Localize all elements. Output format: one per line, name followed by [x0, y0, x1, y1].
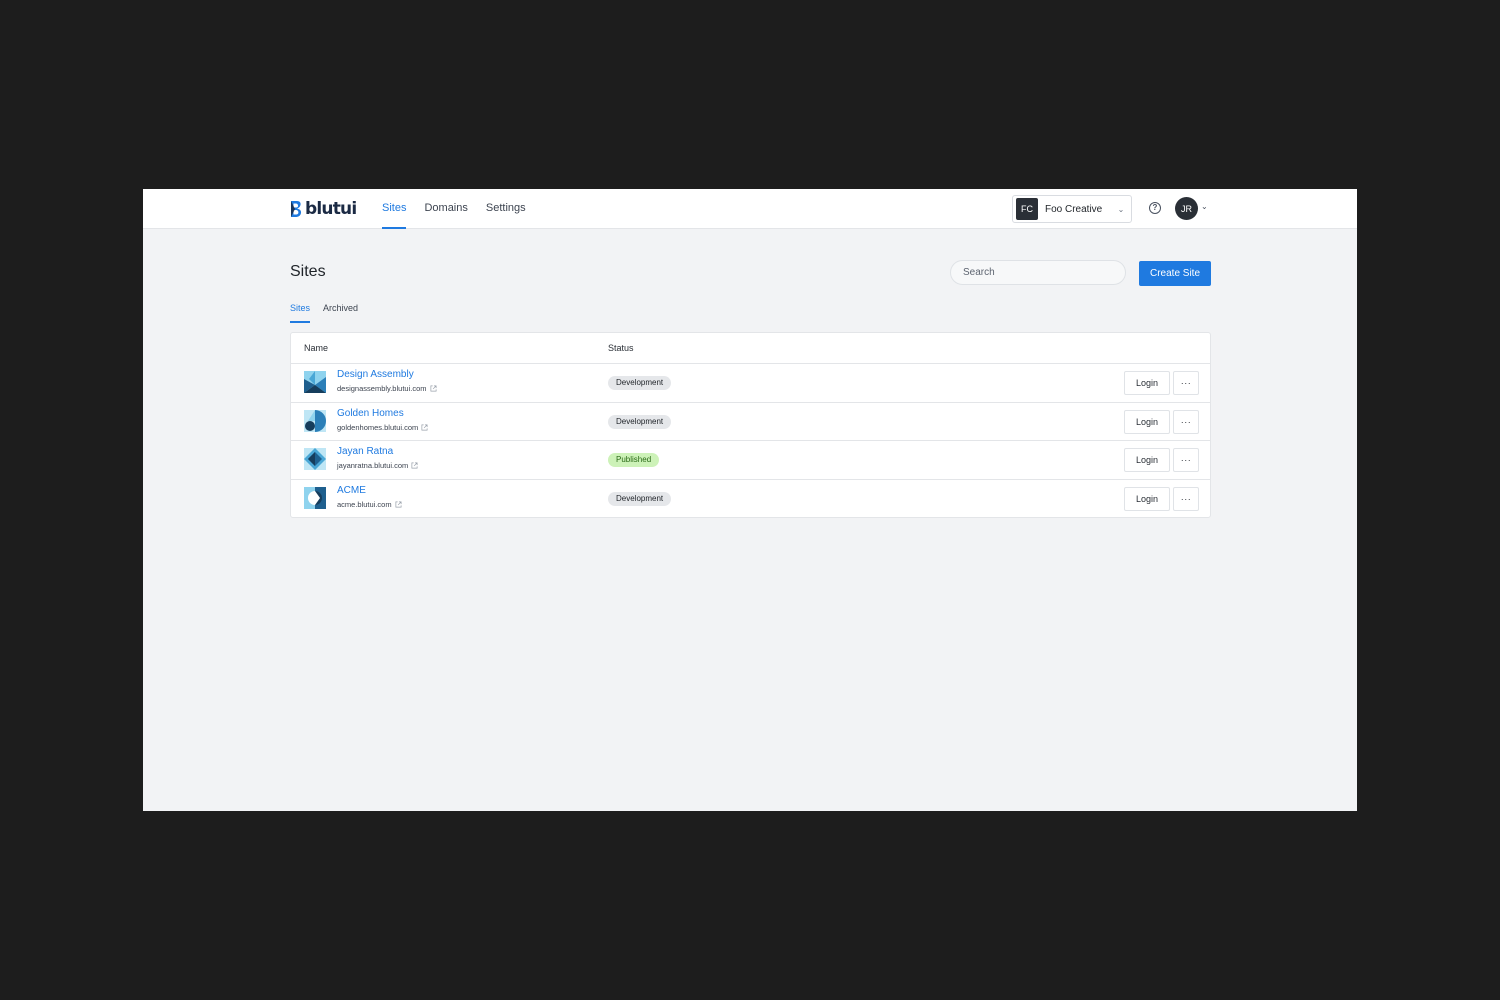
chevron-down-icon[interactable]: ⌄ [1201, 202, 1208, 211]
sites-tabs: Sites Archived [290, 299, 358, 323]
site-url-text[interactable]: designassembly.blutui.com [337, 384, 427, 393]
site-name-link[interactable]: Design Assembly [337, 369, 414, 380]
external-link-icon[interactable] [421, 424, 428, 431]
org-badge: FC [1016, 198, 1038, 220]
site-url[interactable]: jayanratna.blutui.com [337, 461, 418, 470]
site-name-link[interactable]: ACME [337, 485, 366, 496]
more-actions-button[interactable]: ··· [1173, 448, 1199, 472]
more-actions-button[interactable]: ··· [1173, 409, 1199, 434]
external-link-icon[interactable] [411, 462, 418, 469]
status-badge: Development [608, 491, 672, 506]
table-row: ACME acme.blutui.com Development Login ·… [291, 480, 1210, 519]
brand-name: blutui [305, 199, 357, 219]
blutui-logo-icon [291, 201, 302, 217]
main-nav: Sites Domains Settings [382, 189, 526, 229]
acme-logo-icon [304, 486, 326, 509]
sites-table: Name Status Design Assembly designassemb… [290, 332, 1211, 518]
top-nav-bar: blutui Sites Domains Settings FC Foo Cre… [143, 189, 1357, 229]
jayan-ratna-logo-icon [304, 448, 326, 470]
site-url[interactable]: goldenhomes.blutui.com [337, 423, 428, 432]
golden-homes-logo-icon [304, 409, 326, 432]
site-name-link[interactable]: Golden Homes [337, 408, 404, 419]
site-url-text[interactable]: goldenhomes.blutui.com [337, 423, 418, 432]
column-header-status: Status [608, 343, 634, 353]
external-link-icon[interactable] [430, 385, 437, 392]
nav-item-domains[interactable]: Domains [424, 189, 467, 229]
brand-logo[interactable]: blutui [289, 199, 357, 219]
site-url[interactable]: designassembly.blutui.com [337, 384, 437, 393]
login-button[interactable]: Login [1124, 486, 1170, 511]
status-badge: Development [608, 414, 672, 429]
help-icon[interactable]: ? [1149, 202, 1161, 214]
org-name: Foo Creative [1045, 203, 1103, 215]
status-badge: Development [608, 376, 672, 390]
tab-archived[interactable]: Archived [323, 299, 358, 323]
nav-item-settings[interactable]: Settings [486, 189, 526, 229]
site-url-text[interactable]: acme.blutui.com [337, 500, 392, 509]
site-name-link[interactable]: Jayan Ratna [337, 446, 393, 457]
design-assembly-logo-icon [304, 371, 326, 393]
site-url-text[interactable]: jayanratna.blutui.com [337, 461, 408, 470]
table-row: Golden Homes goldenhomes.blutui.com Deve… [291, 403, 1210, 441]
site-url[interactable]: acme.blutui.com [337, 500, 402, 509]
table-header: Name Status [291, 333, 1210, 364]
user-avatar[interactable]: JR [1175, 197, 1198, 220]
nav-item-sites[interactable]: Sites [382, 189, 407, 229]
more-actions-button[interactable]: ··· [1173, 371, 1199, 395]
column-header-name: Name [304, 343, 329, 353]
app-window: blutui Sites Domains Settings FC Foo Cre… [143, 189, 1357, 811]
table-row: Jayan Ratna jayanratna.blutui.com Publis… [291, 441, 1210, 480]
search-input[interactable] [950, 260, 1126, 285]
organization-select[interactable]: FC Foo Creative ⌄ [1012, 195, 1132, 223]
tab-sites[interactable]: Sites [290, 299, 311, 323]
login-button[interactable]: Login [1124, 448, 1170, 472]
page-title: Sites [290, 263, 326, 280]
login-button[interactable]: Login [1124, 409, 1170, 434]
more-actions-button[interactable]: ··· [1173, 486, 1199, 511]
table-row: Design Assembly designassembly.blutui.co… [291, 364, 1210, 403]
status-badge: Published [608, 453, 660, 467]
external-link-icon[interactable] [395, 501, 402, 508]
chevron-down-icon: ⌄ [1117, 204, 1125, 214]
login-button[interactable]: Login [1124, 371, 1170, 395]
create-site-button[interactable]: Create Site [1139, 261, 1211, 286]
